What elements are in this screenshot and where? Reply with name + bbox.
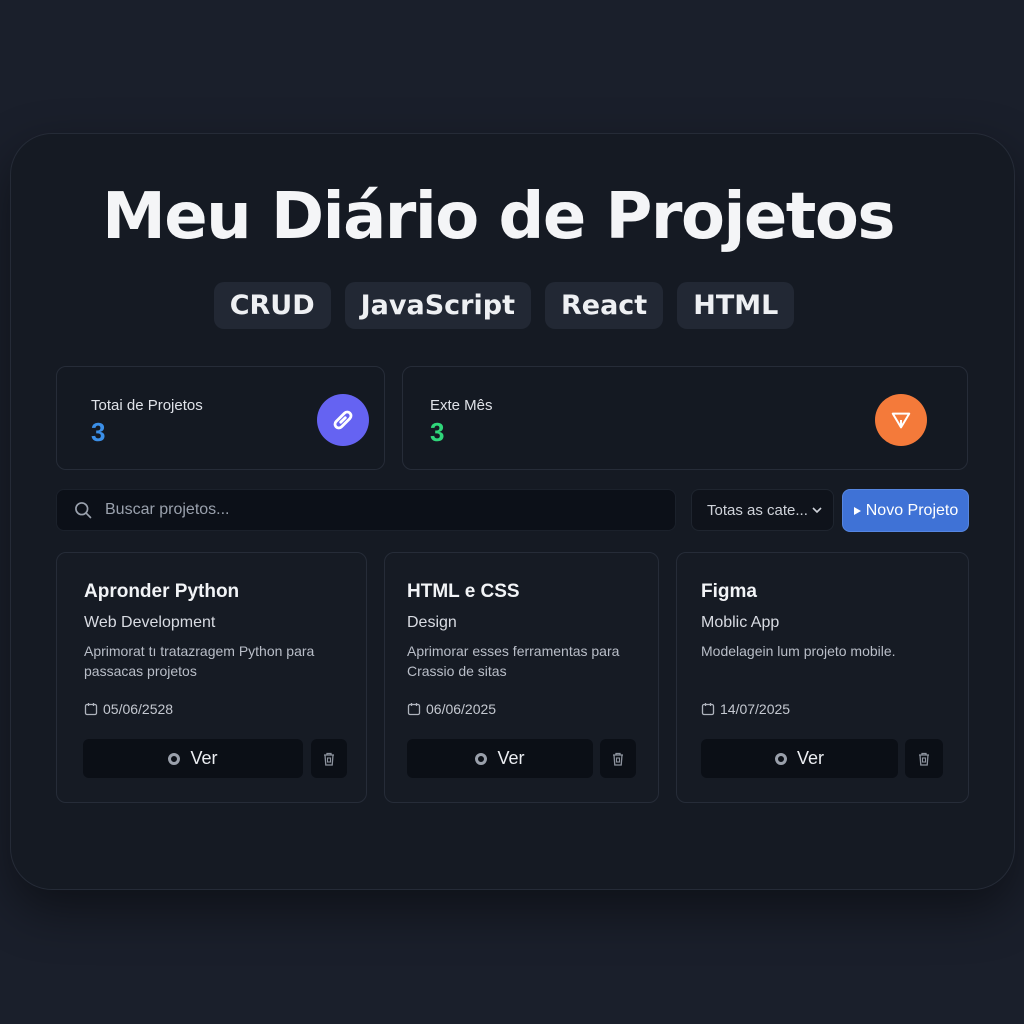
stat-value: 3 (430, 417, 445, 447)
new-project-label: Novo Projeto (865, 501, 959, 519)
trash-icon (324, 752, 334, 766)
trash-icon (919, 752, 929, 766)
page-title: Meu Diário de Projetos (102, 180, 895, 254)
trash-icon (613, 752, 623, 766)
search-icon (75, 502, 92, 519)
play-icon (853, 506, 861, 515)
project-category: Moblic App (701, 614, 780, 631)
stat-card-this-month: Exte Mês 3 (402, 366, 968, 470)
stat-card-total-projects: Totai de Projetos 3 (56, 366, 385, 470)
tag[interactable]: JavaScript (344, 282, 531, 329)
project-card: Apronder Python Web Development Aprimora… (56, 552, 367, 803)
project-description: Modelagein lum projeto mobile. (701, 643, 896, 659)
eye-icon (774, 752, 787, 765)
search-input[interactable] (105, 490, 675, 530)
project-date-text: 05/06/2528 (103, 701, 174, 717)
tag[interactable]: React (544, 282, 664, 329)
stat-label: Totai de Projetos (91, 397, 203, 414)
calendar-icon (407, 703, 421, 716)
delete-button[interactable] (311, 739, 347, 778)
project-date: 06/06/2025 (407, 701, 496, 717)
project-card: HTML e CSS Design Aprimorar esses ferram… (384, 552, 659, 803)
tag-list: CRUD JavaScript React HTML (0, 282, 1008, 329)
delete-button[interactable] (905, 739, 943, 778)
chevron-down-icon (812, 507, 822, 514)
project-date: 14/07/2025 (701, 701, 790, 717)
tag[interactable]: CRUD (213, 282, 331, 329)
new-project-button[interactable]: Novo Projeto (842, 489, 969, 532)
eye-icon (168, 752, 181, 765)
delete-button[interactable] (600, 739, 636, 778)
project-date-text: 14/07/2025 (720, 701, 791, 717)
project-date-text: 06/06/2025 (426, 701, 497, 717)
category-select-value: Totas as cate... (707, 501, 808, 519)
project-category: Web Development (84, 614, 216, 631)
project-description: Aprimorat tı tratazragem Python para pas… (84, 643, 315, 679)
view-button[interactable]: Ver (407, 739, 593, 778)
stat-label: Exte Mês (430, 397, 493, 414)
project-title: Apronder Python (84, 581, 240, 602)
paperclip-icon (317, 394, 369, 446)
project-category: Design (407, 614, 457, 631)
project-description: Aprimorar esses ferramentas para Crassio… (407, 643, 620, 679)
calendar-icon (84, 703, 98, 716)
tag[interactable]: HTML (677, 282, 795, 329)
project-title: HTML e CSS (407, 581, 520, 602)
search-bar (56, 489, 676, 531)
stat-value: 3 (91, 417, 106, 447)
view-button-label: Ver (796, 748, 825, 768)
eye-icon (475, 752, 488, 765)
send-icon (875, 394, 927, 446)
project-date: 05/06/2528 (84, 701, 173, 717)
view-button[interactable]: Ver (701, 739, 898, 778)
category-select[interactable]: Totas as cate... (691, 489, 834, 531)
view-button-label: Ver (190, 748, 218, 768)
calendar-icon (701, 703, 715, 716)
view-button-label: Ver (497, 748, 525, 768)
project-title: Figma (701, 581, 757, 602)
project-card: Figma Moblic App Modelagein lum projeto … (676, 552, 969, 803)
view-button[interactable]: Ver (83, 739, 303, 778)
